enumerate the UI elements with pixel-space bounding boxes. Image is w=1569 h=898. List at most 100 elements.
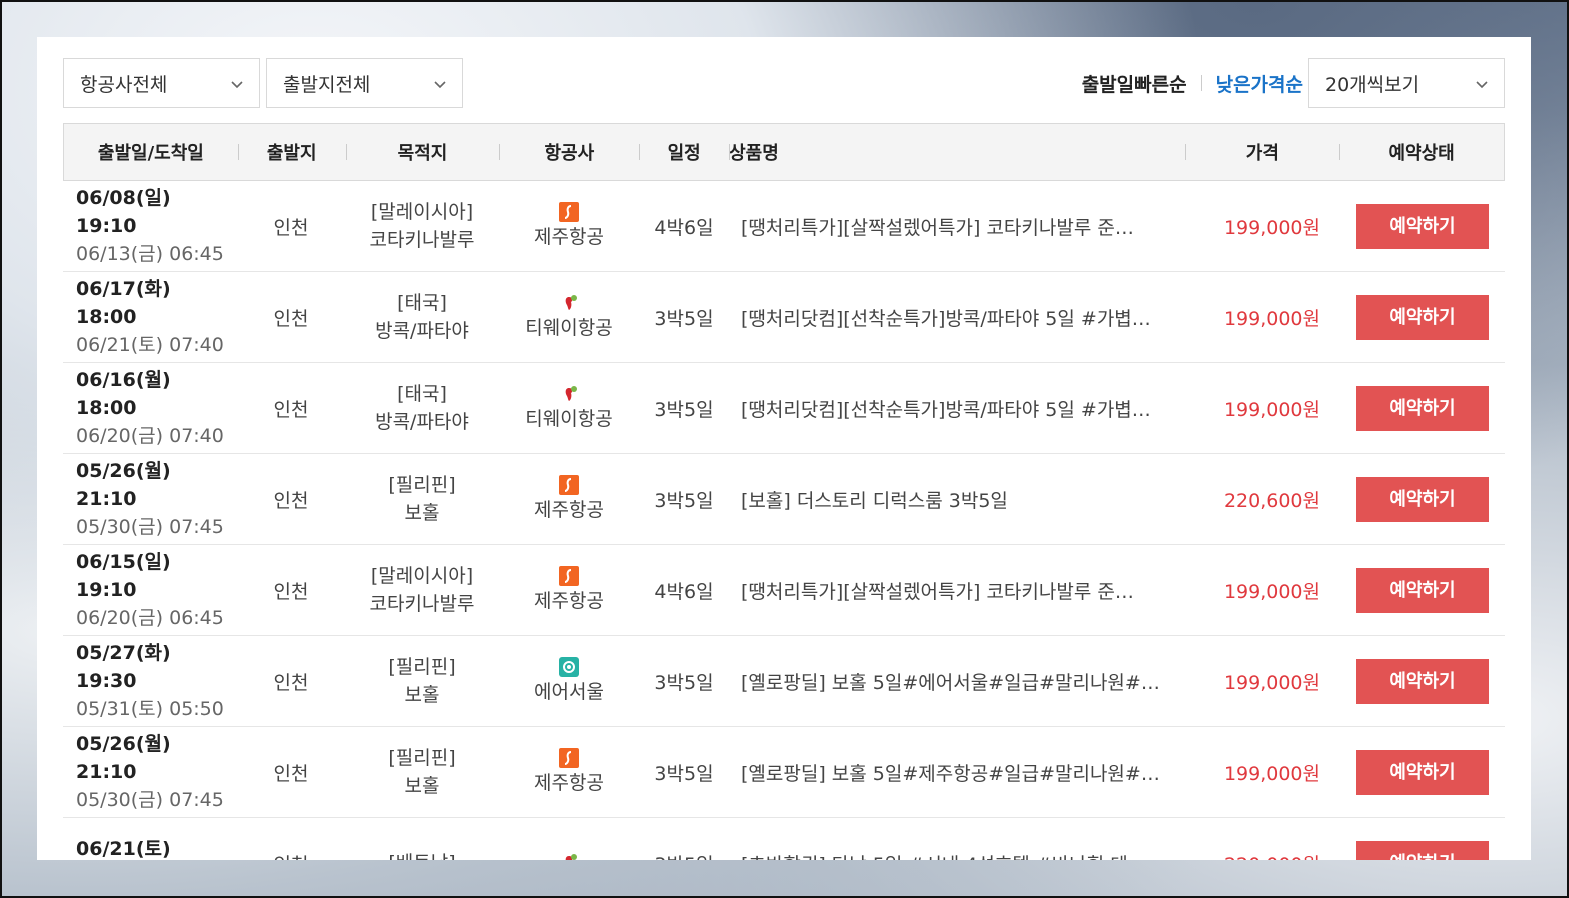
arrival-datetime: 06/20(금) 06:45: [76, 607, 224, 629]
tway-logo-icon: [559, 384, 579, 404]
departure-datetime: 06/08(일) 19:10: [76, 187, 171, 237]
destination-city: 보홀: [404, 775, 440, 797]
airline-filter-select[interactable]: 항공사전체: [63, 58, 260, 108]
product-name-link[interactable]: [옐로팡딜] 보홀 5일#에어서울#일급#말리나원#…: [729, 668, 1186, 695]
destination-cell: [필리핀] 보홀: [345, 744, 499, 800]
table-row[interactable]: 05/26(월) 21:10 05/30(금) 07:45 인천 [필리핀] 보홀 제주항…: [63, 727, 1505, 818]
reserve-button[interactable]: 예약하기: [1356, 658, 1489, 704]
header-destination: 목적지: [345, 139, 500, 165]
schedule-cell: 3박5일: [654, 489, 714, 512]
reserve-button[interactable]: 예약하기: [1356, 749, 1489, 795]
destination-city: 코타키나발루: [369, 593, 475, 615]
schedule-cell: 3박5일: [639, 850, 729, 861]
table-row[interactable]: 05/26(월) 21:10 05/30(금) 07:45 인천 [필리핀] 보홀 제주항…: [63, 454, 1505, 545]
product-name-link[interactable]: [땡처리특가][살짝설렜어특가] 코타키나발루 준…: [729, 213, 1186, 240]
destination-city: 방콕/파타야: [375, 320, 469, 342]
destination-country: [말레이시아]: [370, 565, 474, 587]
table-row[interactable]: 06/16(월) 18:00 06/20(금) 07:40 인천 [태국] 방콕/파타야…: [63, 363, 1505, 454]
air-seoul-logo-icon: [559, 657, 579, 677]
status-cell: 예약하기: [1340, 203, 1505, 249]
origin-filter-value: 출발지전체: [283, 73, 371, 96]
airline-cell: 제주항공: [499, 475, 639, 523]
table-row[interactable]: 06/08(일) 19:10 06/13(금) 06:45 인천 [말레이시아] 코타키…: [63, 181, 1505, 272]
date-cell: 05/26(월) 21:10 05/30(금) 07:45: [63, 730, 237, 814]
status-cell: 예약하기: [1340, 476, 1505, 522]
table-header: 출발일/도착일 출발지 목적지 항공사 일정 상품명 가격 예약상태: [63, 123, 1505, 181]
airline-cell: 티웨이항공: [499, 293, 639, 341]
destination-city: 보홀: [404, 684, 440, 706]
product-name-link[interactable]: [땡처리닷컴][선착순특가]방콕/파타야 5일 #가볍…: [729, 304, 1186, 331]
header-status: 예약상태: [1339, 139, 1504, 165]
price-cell: 220,600원: [1223, 489, 1320, 512]
origin-cell: 인천: [273, 671, 309, 694]
flight-list-panel: 항공사전체 출발지전체 출발일빠른순 낮은가격순 20개씩보기 출발일/도착일 …: [37, 37, 1531, 860]
airline-filter-value: 항공사전체: [80, 73, 168, 96]
destination-country: [필리핀]: [388, 474, 456, 496]
jeju-air-logo-icon: [559, 566, 579, 586]
tway-logo-icon: [559, 852, 579, 860]
status-cell: 예약하기: [1340, 749, 1505, 795]
product-name-link[interactable]: [땡처리닷컴][선착순특가]방콕/파타야 5일 #가볍…: [729, 395, 1186, 422]
header-origin: 출발지: [237, 139, 346, 165]
table-row[interactable]: 06/17(화) 18:00 06/21(토) 07:40 인천 [태국] 방콕/파타야…: [63, 272, 1505, 363]
header-schedule: 일정: [639, 139, 729, 165]
departure-datetime: 06/17(화) 18:00: [76, 278, 171, 328]
schedule-cell: 3박5일: [654, 398, 714, 421]
destination-country: [필리핀]: [388, 656, 456, 678]
reserve-button[interactable]: 예약하기: [1356, 840, 1489, 860]
destination-cell: [태국] 방콕/파타야: [345, 380, 499, 436]
origin-cell: 인천: [237, 850, 345, 861]
destination-cell: [필리핀] 보홀: [345, 653, 499, 709]
date-cell: 05/27(화) 19:30 05/31(토) 05:50: [63, 639, 237, 723]
airline-cell: 에어서울: [499, 657, 639, 705]
destination-cell: [필리핀] 보홀: [345, 471, 499, 527]
per-page-select[interactable]: 20개씩보기: [1308, 58, 1505, 108]
reserve-button[interactable]: 예약하기: [1356, 567, 1489, 613]
destination-country: [필리핀]: [388, 747, 456, 769]
date-cell: 06/15(일) 19:10 06/20(금) 06:45: [63, 548, 237, 632]
airline-name: 티웨이항공: [525, 408, 613, 430]
arrival-datetime: 05/31(토) 05:50: [76, 698, 224, 720]
airline-name: 제주항공: [534, 772, 604, 794]
sort-low-price[interactable]: 낮은가격순: [1216, 70, 1303, 97]
chevron-down-icon: [1474, 75, 1490, 91]
table-row[interactable]: 06/21(토) 19:50 인천[베트남] 3박5일[초반할권] 다낭 5일 #시…: [63, 818, 1505, 860]
header-dates: 출발일/도착일: [97, 143, 204, 164]
tway-logo-icon: [559, 293, 579, 313]
origin-filter-select[interactable]: 출발지전체: [266, 58, 463, 108]
destination-city: 보홀: [404, 502, 440, 524]
airline-cell: 제주항공: [499, 748, 639, 796]
departure-datetime: 05/26(월) 21:10: [76, 460, 171, 510]
reserve-button[interactable]: 예약하기: [1356, 294, 1489, 340]
departure-datetime: 06/15(일) 19:10: [76, 551, 171, 601]
schedule-cell: 4박6일: [654, 580, 714, 603]
product-name-link[interactable]: [초반할권] 다낭 5일 #시내 4성호텔 #바나힐 데…: [729, 850, 1186, 861]
reserve-button[interactable]: 예약하기: [1356, 476, 1489, 522]
destination-country: [태국]: [397, 383, 447, 405]
airline-name: 제주항공: [534, 590, 604, 612]
product-name-link[interactable]: [옐로팡딜] 보홀 5일#제주항공#일급#말리나원#…: [729, 759, 1186, 786]
price-cell: 199,000원: [1223, 671, 1320, 694]
origin-cell: 인천: [273, 762, 309, 785]
table-row[interactable]: 05/27(화) 19:30 05/31(토) 05:50 인천 [필리핀] 보홀 에어서…: [63, 636, 1505, 727]
destination-cell: [베트남]: [345, 849, 499, 860]
reserve-button[interactable]: 예약하기: [1356, 203, 1489, 249]
table-row[interactable]: 06/15(일) 19:10 06/20(금) 06:45 인천 [말레이시아] 코타키…: [63, 545, 1505, 636]
departure-datetime: 05/26(월) 21:10: [76, 733, 171, 783]
table-body: 06/08(일) 19:10 06/13(금) 06:45 인천 [말레이시아] 코타키…: [63, 181, 1505, 860]
reserve-button[interactable]: 예약하기: [1356, 385, 1489, 431]
arrival-datetime: 05/30(금) 07:45: [76, 789, 224, 811]
status-cell: 예약하기: [1340, 294, 1505, 340]
origin-cell: 인천: [273, 216, 309, 239]
sort-departure-first[interactable]: 출발일빠른순: [1082, 70, 1187, 97]
product-name-link[interactable]: [땡처리특가][살짝설렜어특가] 코타키나발루 준…: [729, 577, 1186, 604]
airline-name: 제주항공: [534, 226, 604, 248]
product-name-link[interactable]: [보홀] 더스토리 디럭스룸 3박5일: [729, 486, 1186, 513]
status-cell: 예약하기: [1340, 567, 1505, 613]
date-cell: 06/21(토) 19:50: [63, 835, 237, 860]
airline-cell: 티웨이항공: [499, 384, 639, 432]
departure-datetime: 06/16(월) 18:00: [76, 369, 171, 419]
price-cell: 199,000원: [1223, 398, 1320, 421]
destination-cell: [말레이시아] 코타키나발루: [345, 198, 499, 254]
price-cell: 199,000원: [1223, 580, 1320, 603]
